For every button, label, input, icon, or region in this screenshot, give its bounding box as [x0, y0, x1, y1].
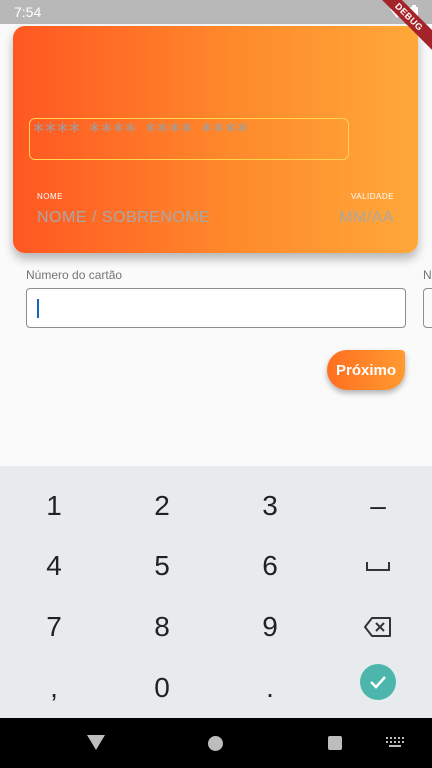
status-time: 7:54: [14, 4, 42, 20]
system-nav-bar: [0, 718, 432, 768]
next-field-label: N: [423, 268, 432, 282]
key-minus[interactable]: –: [324, 476, 432, 536]
key-5[interactable]: 5: [108, 536, 216, 596]
key-7[interactable]: 7: [0, 597, 108, 657]
key-4[interactable]: 4: [0, 536, 108, 596]
recents-icon[interactable]: [328, 736, 342, 750]
done-icon: [360, 664, 396, 700]
key-space[interactable]: [324, 536, 432, 596]
keyboard-switch-icon[interactable]: [386, 737, 404, 749]
key-9[interactable]: 9: [216, 597, 324, 657]
key-6[interactable]: 6: [216, 536, 324, 596]
home-icon[interactable]: [208, 736, 223, 751]
text-caret: [37, 299, 39, 318]
key-comma[interactable]: ,: [0, 658, 108, 718]
card-number-input[interactable]: [26, 288, 406, 328]
next-button[interactable]: Próximo: [327, 350, 405, 390]
numeric-keyboard: 1 2 3 – 4 5 6 7 8 9 , 0 .: [0, 466, 432, 718]
key-2[interactable]: 2: [108, 476, 216, 536]
card-validity-caption: VALIDADE: [351, 192, 394, 201]
card-number-display: **** **** **** ****: [33, 120, 249, 145]
card-name-display: NOME / SOBRENOME: [37, 209, 211, 226]
key-done[interactable]: [324, 652, 432, 712]
backspace-icon: [364, 617, 391, 637]
key-backspace[interactable]: [324, 597, 432, 657]
status-bar: 7:54: [0, 0, 432, 24]
card-name-caption: NOME: [37, 192, 63, 201]
key-3[interactable]: 3: [216, 476, 324, 536]
key-0[interactable]: 0: [108, 658, 216, 718]
card-validity-display: MM/AA: [339, 209, 394, 226]
key-8[interactable]: 8: [108, 597, 216, 657]
key-period[interactable]: .: [216, 658, 324, 718]
next-field-input[interactable]: [423, 288, 432, 328]
key-1[interactable]: 1: [0, 476, 108, 536]
credit-card-preview: **** **** **** **** NOME VALIDADE NOME /…: [13, 26, 418, 253]
back-icon[interactable]: [87, 735, 105, 750]
card-number-label: Número do cartão: [26, 268, 123, 282]
space-icon: [366, 562, 390, 571]
